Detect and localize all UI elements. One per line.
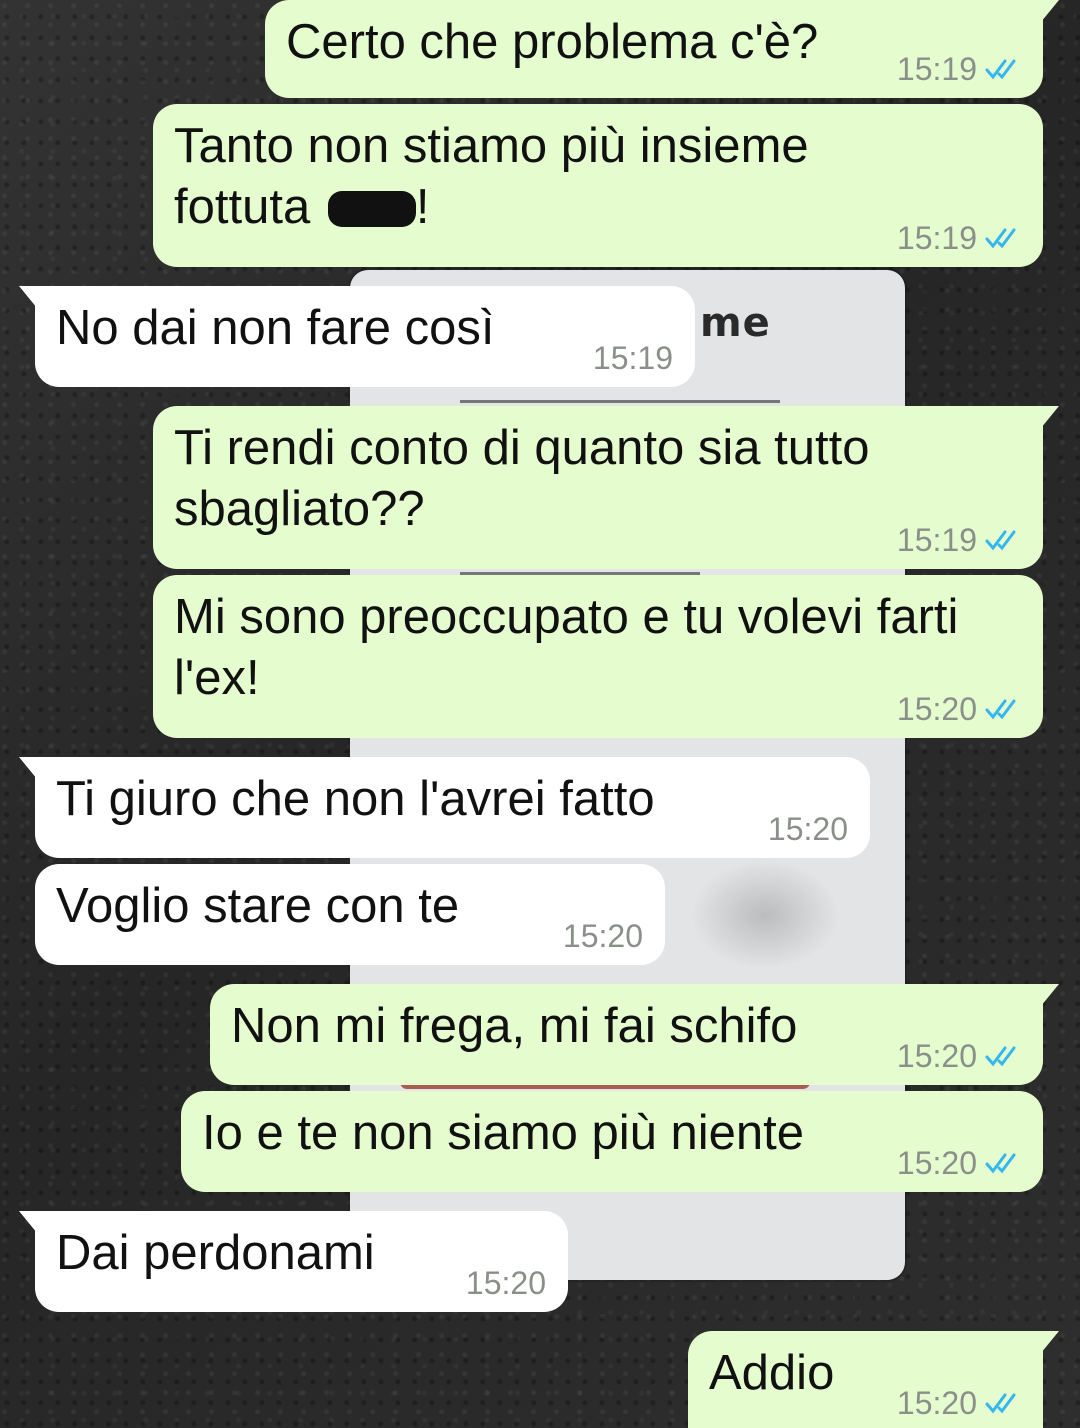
- double-check-read-icon: [985, 530, 1016, 551]
- message-time: 15:20: [896, 1145, 977, 1181]
- double-check-read-icon: [985, 699, 1016, 720]
- message-bubble-incoming[interactable]: Ti giuro che non l'avrei fatto 15:20: [19, 757, 870, 858]
- message-time: 15:19: [896, 220, 977, 256]
- poster-divider: [460, 400, 780, 403]
- message-text: Mi sono preoccupato e tu volevi farti l'…: [174, 590, 959, 705]
- message-bubble-outgoing[interactable]: Ti rendi conto di quanto sia tutto sbagl…: [153, 406, 1059, 569]
- message-bubble-outgoing[interactable]: Non mi frega, mi fai schifo 15:20: [210, 984, 1059, 1085]
- message-time: 15:20: [896, 1385, 977, 1421]
- message-text: No dai non fare così: [56, 301, 495, 355]
- double-check-read-icon: [985, 1046, 1016, 1067]
- message-time: 15:19: [896, 51, 977, 87]
- double-check-read-icon: [985, 59, 1016, 80]
- redaction-mark: [327, 191, 416, 227]
- double-check-read-icon: [985, 228, 1016, 249]
- message-time: 15:20: [562, 918, 643, 954]
- message-bubble-outgoing[interactable]: Io e te non siamo più niente 15:20: [181, 1091, 1043, 1192]
- message-bubble-incoming[interactable]: Voglio stare con te 15:20: [35, 864, 665, 965]
- double-check-read-icon: [985, 1393, 1016, 1414]
- poster-stain: [690, 860, 840, 970]
- message-text: Tanto non stiamo più insieme fottuta !: [174, 116, 1023, 238]
- message-bubble-outgoing[interactable]: Mi sono preoccupato e tu volevi farti l'…: [153, 575, 1043, 738]
- message-time: 15:20: [465, 1265, 546, 1301]
- message-text: Ti giuro che non l'avrei fatto: [56, 772, 655, 826]
- message-text-part: Tanto non stiamo più insieme fottuta: [174, 119, 809, 234]
- message-bubble-outgoing[interactable]: Addio 15:20: [688, 1331, 1059, 1428]
- message-text: Ti rendi conto di quanto sia tutto sbagl…: [174, 421, 870, 536]
- double-check-read-icon: [985, 1153, 1016, 1174]
- message-time: 15:19: [592, 340, 673, 376]
- message-time: 15:19: [896, 522, 977, 558]
- message-bubble-outgoing[interactable]: Certo che problema c'è? 15:19: [265, 0, 1059, 98]
- poster-text: me: [700, 300, 771, 346]
- message-bubble-outgoing[interactable]: Tanto non stiamo più insieme fottuta ! 1…: [153, 104, 1043, 267]
- message-bubble-incoming[interactable]: Dai perdonami 15:20: [19, 1211, 568, 1312]
- message-time: 15:20: [896, 691, 977, 727]
- message-bubble-incoming[interactable]: No dai non fare così 15:19: [19, 286, 695, 387]
- message-text: Voglio stare con te: [56, 879, 460, 933]
- message-time: 15:20: [767, 811, 848, 847]
- message-text-part: !: [415, 180, 430, 234]
- message-time: 15:20: [896, 1038, 977, 1074]
